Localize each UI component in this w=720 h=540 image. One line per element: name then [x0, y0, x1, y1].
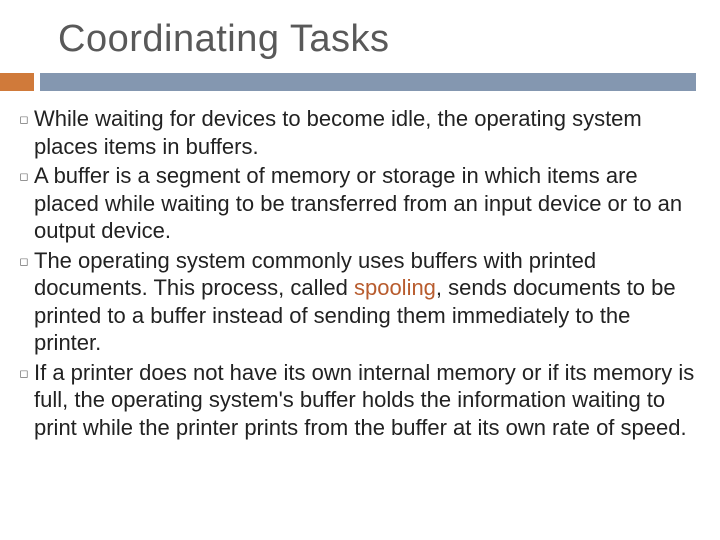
list-item: ◻ While waiting for devices to become id…	[14, 105, 702, 160]
slide: Coordinating Tasks ◻ While waiting for d…	[0, 0, 720, 540]
divider	[0, 73, 720, 91]
list-item: ◻ A buffer is a segment of memory or sto…	[14, 162, 702, 245]
bullet-icon: ◻	[14, 162, 34, 191]
bullet-text: While waiting for devices to become idle…	[34, 105, 702, 160]
bullet-icon: ◻	[14, 247, 34, 276]
divider-accent	[0, 73, 34, 91]
list-item: ◻ If a printer does not have its own int…	[14, 359, 702, 442]
bullet-text: If a printer does not have its own inter…	[34, 359, 702, 442]
bullet-icon: ◻	[14, 359, 34, 388]
bullet-icon: ◻	[14, 105, 34, 134]
highlight-term: spooling	[354, 275, 436, 300]
divider-bar	[40, 73, 696, 91]
bullet-text: The operating system commonly uses buffe…	[34, 247, 702, 357]
slide-title: Coordinating Tasks	[0, 0, 720, 67]
content-area: ◻ While waiting for devices to become id…	[0, 105, 720, 441]
bullet-text: A buffer is a segment of memory or stora…	[34, 162, 702, 245]
list-item: ◻ The operating system commonly uses buf…	[14, 247, 702, 357]
